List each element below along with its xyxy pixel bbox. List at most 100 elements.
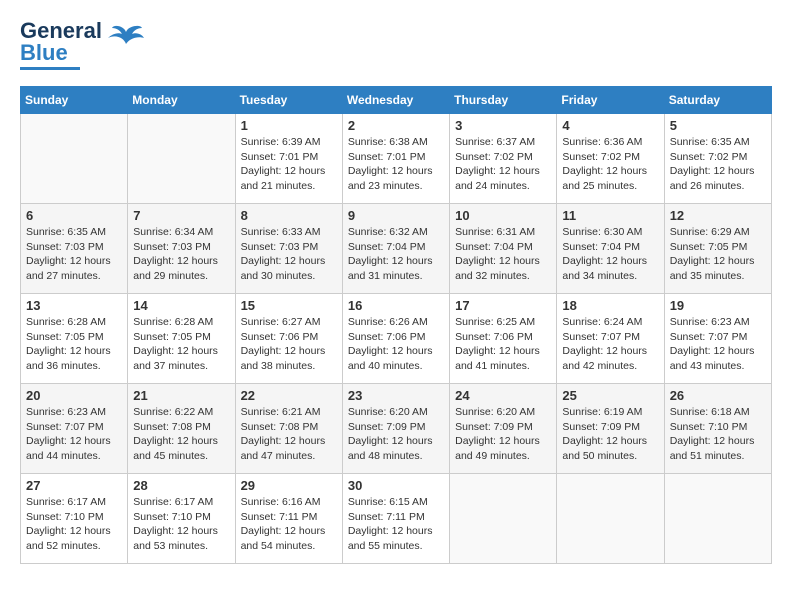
day-number: 30 xyxy=(348,478,444,493)
day-cell-4: 4 Sunrise: 6:36 AM Sunset: 7:02 PM Daylig… xyxy=(557,114,664,204)
day-info: Sunrise: 6:17 AM Sunset: 7:10 PM Dayligh… xyxy=(26,495,122,554)
header-row: SundayMondayTuesdayWednesdayThursdayFrid… xyxy=(21,87,772,114)
day-cell-25: 25 Sunrise: 6:19 AM Sunset: 7:09 PM Dayli… xyxy=(557,384,664,474)
logo: General Blue xyxy=(20,20,144,70)
day-cell-20: 20 Sunrise: 6:23 AM Sunset: 7:07 PM Dayli… xyxy=(21,384,128,474)
week-row-5: 27 Sunrise: 6:17 AM Sunset: 7:10 PM Dayli… xyxy=(21,474,772,564)
day-number: 8 xyxy=(241,208,337,223)
col-header-friday: Friday xyxy=(557,87,664,114)
col-header-thursday: Thursday xyxy=(450,87,557,114)
day-number: 9 xyxy=(348,208,444,223)
day-info: Sunrise: 6:31 AM Sunset: 7:04 PM Dayligh… xyxy=(455,225,551,284)
col-header-saturday: Saturday xyxy=(664,87,771,114)
day-cell-30: 30 Sunrise: 6:15 AM Sunset: 7:11 PM Dayli… xyxy=(342,474,449,564)
day-cell-15: 15 Sunrise: 6:27 AM Sunset: 7:06 PM Dayli… xyxy=(235,294,342,384)
col-header-monday: Monday xyxy=(128,87,235,114)
col-header-wednesday: Wednesday xyxy=(342,87,449,114)
day-info: Sunrise: 6:21 AM Sunset: 7:08 PM Dayligh… xyxy=(241,405,337,464)
day-number: 5 xyxy=(670,118,766,133)
day-cell-3: 3 Sunrise: 6:37 AM Sunset: 7:02 PM Daylig… xyxy=(450,114,557,204)
day-cell-10: 10 Sunrise: 6:31 AM Sunset: 7:04 PM Dayli… xyxy=(450,204,557,294)
day-cell-19: 19Sunrise: 6:23 AM Sunset: 7:07 PM Dayli… xyxy=(664,294,771,384)
day-info: Sunrise: 6:20 AM Sunset: 7:09 PM Dayligh… xyxy=(455,405,551,464)
day-cell-18: 18 Sunrise: 6:24 AM Sunset: 7:07 PM Dayli… xyxy=(557,294,664,384)
day-info: Sunrise: 6:23 AM Sunset: 7:07 PM Dayligh… xyxy=(26,405,122,464)
day-number: 16 xyxy=(348,298,444,313)
day-number: 2 xyxy=(348,118,444,133)
day-number: 27 xyxy=(26,478,122,493)
day-info: Sunrise: 6:35 AM Sunset: 7:02 PM Dayligh… xyxy=(670,135,766,194)
day-cell-21: 21Sunrise: 6:22 AM Sunset: 7:08 PM Dayli… xyxy=(128,384,235,474)
day-number: 17 xyxy=(455,298,551,313)
empty-cell xyxy=(664,474,771,564)
day-number: 19 xyxy=(670,298,766,313)
day-info: Sunrise: 6:15 AM Sunset: 7:11 PM Dayligh… xyxy=(348,495,444,554)
day-info: Sunrise: 6:28 AM Sunset: 7:05 PM Dayligh… xyxy=(133,315,229,374)
day-number: 24 xyxy=(455,388,551,403)
day-cell-2: 2 Sunrise: 6:38 AM Sunset: 7:01 PM Daylig… xyxy=(342,114,449,204)
day-cell-7: 7 Sunrise: 6:34 AM Sunset: 7:03 PM Daylig… xyxy=(128,204,235,294)
week-row-1: 1 Sunrise: 6:39 AM Sunset: 7:01 PM Daylig… xyxy=(21,114,772,204)
day-info: Sunrise: 6:16 AM Sunset: 7:11 PM Dayligh… xyxy=(241,495,337,554)
day-number: 12 xyxy=(670,208,766,223)
day-number: 20 xyxy=(26,388,122,403)
day-cell-13: 13Sunrise: 6:28 AM Sunset: 7:05 PM Dayli… xyxy=(21,294,128,384)
day-info: Sunrise: 6:36 AM Sunset: 7:02 PM Dayligh… xyxy=(562,135,658,194)
day-cell-16: 16 Sunrise: 6:26 AM Sunset: 7:06 PM Dayli… xyxy=(342,294,449,384)
logo-blue: Blue xyxy=(20,42,102,64)
week-row-4: 20 Sunrise: 6:23 AM Sunset: 7:07 PM Dayli… xyxy=(21,384,772,474)
day-number: 25 xyxy=(562,388,658,403)
day-cell-27: 27 Sunrise: 6:17 AM Sunset: 7:10 PM Dayli… xyxy=(21,474,128,564)
day-info: Sunrise: 6:20 AM Sunset: 7:09 PM Dayligh… xyxy=(348,405,444,464)
week-row-3: 13Sunrise: 6:28 AM Sunset: 7:05 PM Dayli… xyxy=(21,294,772,384)
day-cell-28: 28Sunrise: 6:17 AM Sunset: 7:10 PM Dayli… xyxy=(128,474,235,564)
day-info: Sunrise: 6:24 AM Sunset: 7:07 PM Dayligh… xyxy=(562,315,658,374)
day-number: 15 xyxy=(241,298,337,313)
day-cell-11: 11 Sunrise: 6:30 AM Sunset: 7:04 PM Dayli… xyxy=(557,204,664,294)
day-info: Sunrise: 6:34 AM Sunset: 7:03 PM Dayligh… xyxy=(133,225,229,284)
day-info: Sunrise: 6:26 AM Sunset: 7:06 PM Dayligh… xyxy=(348,315,444,374)
day-cell-17: 17 Sunrise: 6:25 AM Sunset: 7:06 PM Dayli… xyxy=(450,294,557,384)
day-cell-8: 8 Sunrise: 6:33 AM Sunset: 7:03 PM Daylig… xyxy=(235,204,342,294)
day-cell-22: 22 Sunrise: 6:21 AM Sunset: 7:08 PM Dayli… xyxy=(235,384,342,474)
day-number: 22 xyxy=(241,388,337,403)
empty-cell xyxy=(557,474,664,564)
day-cell-23: 23 Sunrise: 6:20 AM Sunset: 7:09 PM Dayli… xyxy=(342,384,449,474)
day-cell-26: 26Sunrise: 6:18 AM Sunset: 7:10 PM Dayli… xyxy=(664,384,771,474)
day-info: Sunrise: 6:25 AM Sunset: 7:06 PM Dayligh… xyxy=(455,315,551,374)
day-number: 3 xyxy=(455,118,551,133)
day-info: Sunrise: 6:39 AM Sunset: 7:01 PM Dayligh… xyxy=(241,135,337,194)
day-number: 4 xyxy=(562,118,658,133)
day-number: 14 xyxy=(133,298,229,313)
day-number: 21 xyxy=(133,388,229,403)
logo-underline xyxy=(20,67,80,70)
day-number: 10 xyxy=(455,208,551,223)
day-number: 23 xyxy=(348,388,444,403)
day-cell-24: 24 Sunrise: 6:20 AM Sunset: 7:09 PM Dayli… xyxy=(450,384,557,474)
day-number: 7 xyxy=(133,208,229,223)
day-info: Sunrise: 6:38 AM Sunset: 7:01 PM Dayligh… xyxy=(348,135,444,194)
day-info: Sunrise: 6:32 AM Sunset: 7:04 PM Dayligh… xyxy=(348,225,444,284)
logo-bird-icon xyxy=(108,24,144,61)
day-number: 1 xyxy=(241,118,337,133)
day-info: Sunrise: 6:33 AM Sunset: 7:03 PM Dayligh… xyxy=(241,225,337,284)
empty-cell xyxy=(128,114,235,204)
page-header: General Blue xyxy=(20,20,772,70)
day-info: Sunrise: 6:27 AM Sunset: 7:06 PM Dayligh… xyxy=(241,315,337,374)
day-info: Sunrise: 6:30 AM Sunset: 7:04 PM Dayligh… xyxy=(562,225,658,284)
col-header-sunday: Sunday xyxy=(21,87,128,114)
day-info: Sunrise: 6:35 AM Sunset: 7:03 PM Dayligh… xyxy=(26,225,122,284)
day-number: 11 xyxy=(562,208,658,223)
day-cell-12: 12Sunrise: 6:29 AM Sunset: 7:05 PM Dayli… xyxy=(664,204,771,294)
week-row-2: 6Sunrise: 6:35 AM Sunset: 7:03 PM Daylig… xyxy=(21,204,772,294)
day-info: Sunrise: 6:18 AM Sunset: 7:10 PM Dayligh… xyxy=(670,405,766,464)
col-header-tuesday: Tuesday xyxy=(235,87,342,114)
day-cell-5: 5 Sunrise: 6:35 AM Sunset: 7:02 PM Daylig… xyxy=(664,114,771,204)
day-info: Sunrise: 6:28 AM Sunset: 7:05 PM Dayligh… xyxy=(26,315,122,374)
empty-cell xyxy=(21,114,128,204)
day-cell-9: 9 Sunrise: 6:32 AM Sunset: 7:04 PM Daylig… xyxy=(342,204,449,294)
calendar-table: SundayMondayTuesdayWednesdayThursdayFrid… xyxy=(20,86,772,564)
day-info: Sunrise: 6:19 AM Sunset: 7:09 PM Dayligh… xyxy=(562,405,658,464)
day-number: 18 xyxy=(562,298,658,313)
day-info: Sunrise: 6:37 AM Sunset: 7:02 PM Dayligh… xyxy=(455,135,551,194)
